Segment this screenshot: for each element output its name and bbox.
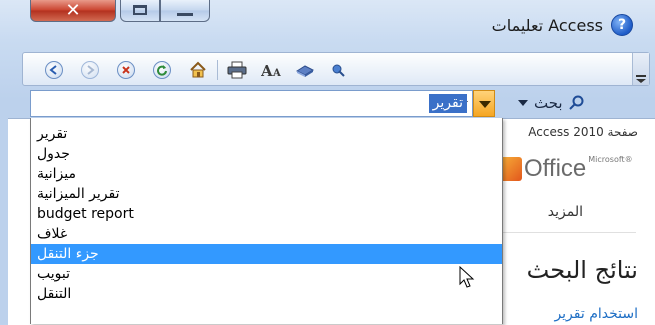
svg-text:A: A — [272, 68, 281, 79]
result-link[interactable]: استخدام تقرير — [554, 306, 638, 322]
search-icon — [568, 95, 584, 110]
results-title: نتائج البحث — [526, 256, 638, 284]
search-suggestions-list: تقرير جدول ميزانية تقرير الميزانية budge… — [30, 118, 503, 324]
window-title: Access تعليمات — [491, 15, 603, 35]
print-icon[interactable] — [227, 61, 247, 79]
stop-icon[interactable] — [117, 61, 135, 79]
back-icon[interactable] — [45, 61, 63, 79]
refresh-icon[interactable] — [153, 61, 171, 79]
list-item[interactable]: جدول — [31, 144, 502, 164]
list-item[interactable]: التنقل — [31, 284, 502, 304]
title-area: ? Access تعليمات — [492, 14, 633, 36]
list-item[interactable]: ميزانية — [31, 164, 502, 184]
title-bar: ✕ ? Access تعليمات — [0, 0, 655, 46]
list-item[interactable]: budget report — [31, 204, 502, 224]
list-item[interactable]: تبويب — [31, 264, 502, 284]
minimize-button[interactable] — [160, 0, 210, 22]
minimize-icon — [177, 13, 193, 16]
keep-on-top-icon[interactable] — [329, 61, 347, 79]
office-logo: Office Microsoft® — [498, 155, 633, 183]
office-logo-sup: Microsoft® — [588, 154, 633, 164]
search-selection: تقرير — [428, 94, 467, 113]
help-icon: ? — [611, 14, 633, 36]
toolbar: AA — [22, 52, 650, 86]
help-window: ✕ ? Access تعليمات A A تقرير تقرير بحث ص… — [0, 0, 655, 325]
svg-text:A: A — [261, 62, 273, 79]
search-dropdown-button[interactable] — [473, 90, 495, 117]
divider — [496, 232, 636, 233]
toolbar-separator — [217, 60, 218, 80]
search-input[interactable] — [30, 90, 473, 117]
close-icon: ✕ — [65, 0, 81, 21]
list-item-selected[interactable]: جزء التنقل — [31, 244, 502, 264]
search-scope-label: بحث — [534, 94, 563, 112]
list-item[interactable]: غلاف — [31, 224, 502, 244]
breadcrumb[interactable]: صفحة Access 2010 — [528, 125, 638, 139]
chevron-down-icon — [518, 100, 528, 106]
search-row: تقرير بحث — [30, 90, 650, 118]
maximize-icon — [133, 5, 147, 15]
forward-icon[interactable] — [81, 61, 99, 79]
more-link[interactable]: المزيد — [548, 204, 583, 220]
text-size-icon[interactable]: AA — [260, 61, 281, 80]
table-of-contents-icon[interactable] — [295, 61, 315, 79]
office-logo-text: Office — [524, 155, 587, 182]
list-item[interactable]: تقرير الميزانية — [31, 184, 502, 204]
list-item[interactable]: تقرير — [31, 124, 502, 144]
home-icon[interactable] — [189, 61, 207, 79]
chevron-down-icon — [479, 101, 491, 108]
toolbar-overflow-button[interactable] — [632, 53, 649, 85]
maximize-button[interactable] — [120, 0, 160, 22]
close-button[interactable]: ✕ — [30, 0, 116, 22]
mouse-cursor-icon — [459, 266, 475, 288]
search-scope-button[interactable]: بحث — [518, 94, 585, 112]
